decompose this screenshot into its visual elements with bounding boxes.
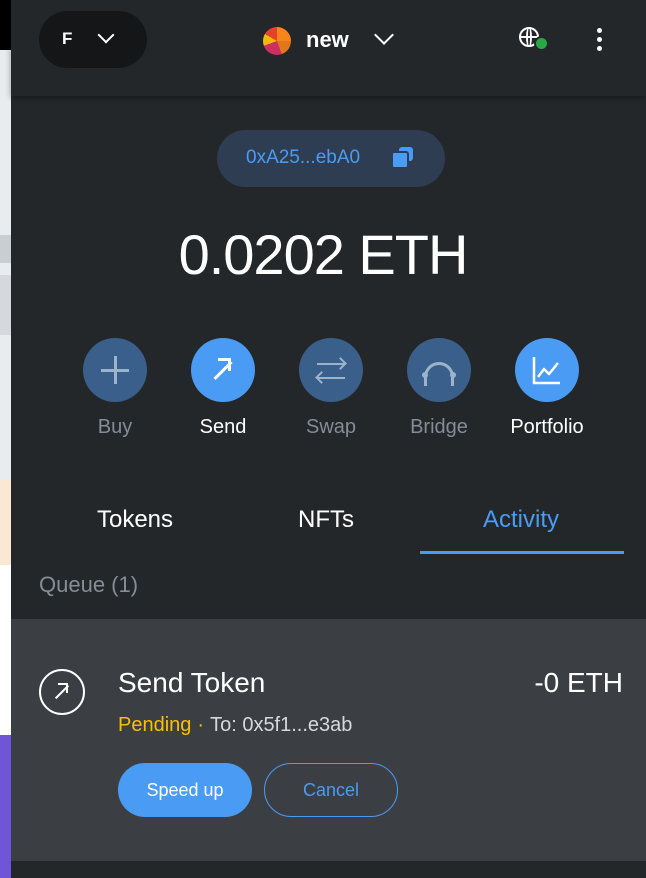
bridge-button[interactable]: Bridge [394,338,484,439]
buy-label: Buy [97,416,133,438]
swap-label: Swap [305,416,357,438]
portfolio-label: Portfolio [510,416,584,438]
tab-activity[interactable]: Activity [461,506,581,534]
kebab-menu-icon[interactable] [597,28,603,52]
active-tab-indicator [420,551,624,554]
balance-amount: 0.0202 [178,223,345,286]
footer-spacer [11,861,646,878]
address-copy-button[interactable]: 0xA25...ebA0 [217,130,445,187]
send-label: Send [199,416,247,438]
account-initial: F [62,29,73,48]
status-badge: Pending [118,714,192,736]
tab-nfts[interactable]: NFTs [266,506,386,534]
send-button[interactable]: Send [178,338,268,439]
transaction-status-line: Pending · To: 0x5f1...e3ab [118,714,352,737]
bridge-label: Bridge [410,416,468,438]
network-name[interactable]: new [306,27,349,53]
separator-dot: · [197,714,205,736]
chart-icon [515,338,579,402]
connection-status-dot [534,36,549,51]
chevron-down-icon[interactable] [374,25,394,45]
balance: 0.0202 ETH [0,222,646,287]
buy-button[interactable]: Buy [70,338,160,439]
queue-header: Queue (1) [39,572,139,597]
account-address: 0xA25...ebA0 [246,147,361,168]
balance-unit: ETH [358,223,468,286]
activity-list-item[interactable]: Send Token -0 ETH Pending · To: 0x5f1...e3… [11,619,646,861]
cancel-button[interactable]: Cancel [264,763,398,817]
send-arrow-icon [39,669,85,715]
chevron-down-icon [97,26,115,44]
portfolio-button[interactable]: Portfolio [502,338,592,439]
copy-icon [391,147,415,169]
swap-icon [299,338,363,402]
transaction-title: Send Token [118,667,266,698]
speed-up-button[interactable]: Speed up [118,763,252,817]
browser-edge-strip [0,0,11,878]
transaction-amount: -0 ETH [534,667,623,698]
wallet-popup: F new 0xA25...ebA0 0.0202 ETH Buy Send S… [11,0,646,878]
swap-button[interactable]: Swap [286,338,376,439]
network-logo-icon[interactable] [263,27,291,55]
transaction-recipient: To: 0x5f1...e3ab [210,714,353,736]
header: F new [11,0,646,96]
plus-icon [83,338,147,402]
bridge-icon [407,338,471,402]
arrow-up-right-icon [191,338,255,402]
tab-tokens[interactable]: Tokens [75,506,195,534]
account-picker[interactable]: F [39,11,147,68]
